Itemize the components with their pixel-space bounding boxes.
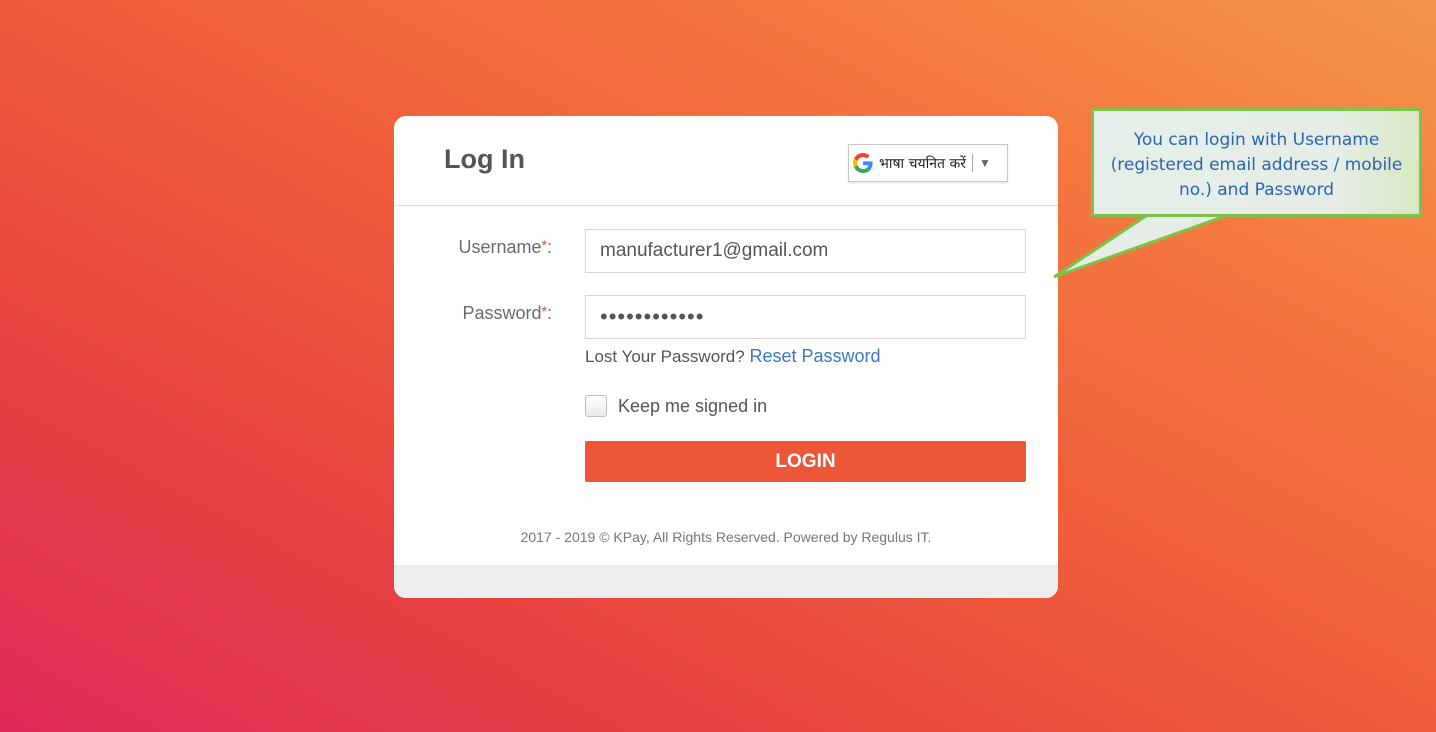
callout-line: You can login with Username (1133, 130, 1380, 150)
callout-line: (registered email address / mobile (1110, 155, 1403, 175)
callout-line: no.) and Password (1178, 180, 1335, 200)
callout-tooltip: You can login with Username (registered … (1091, 108, 1422, 217)
